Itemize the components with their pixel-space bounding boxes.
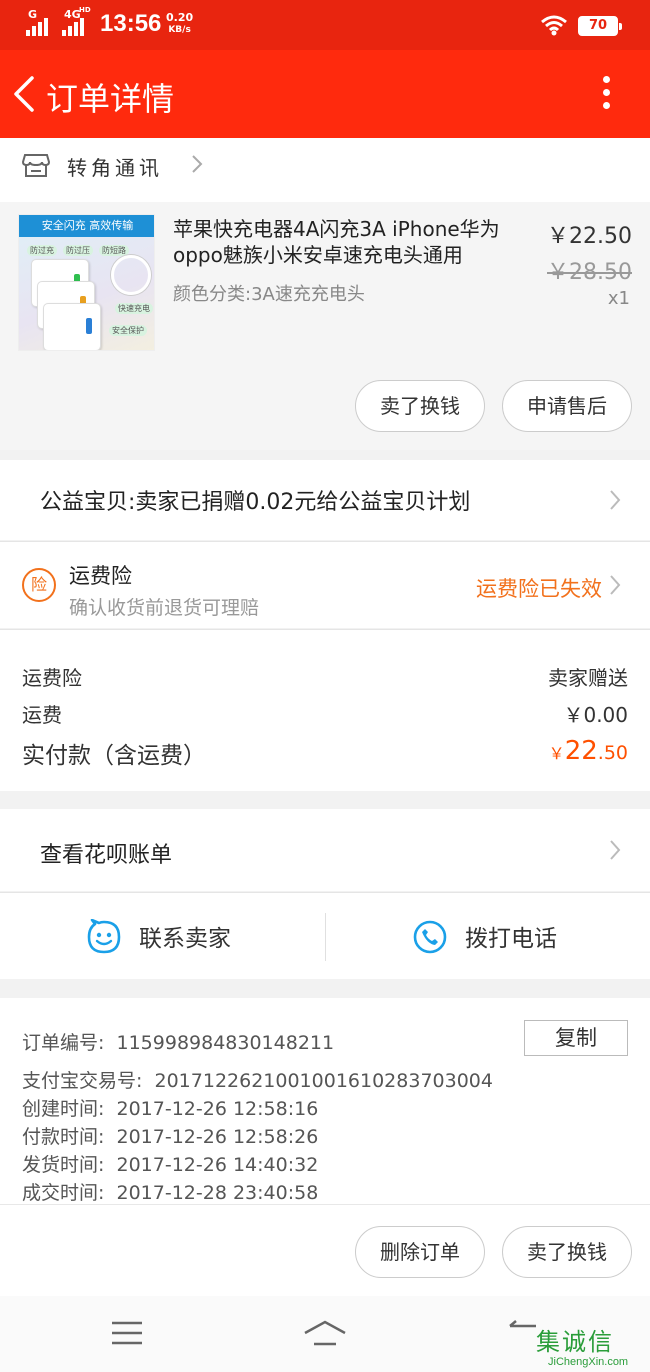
chat-face-icon	[87, 919, 121, 954]
huabei-bill-row[interactable]: 查看花呗账单	[0, 809, 650, 891]
speed-value: 0.20	[166, 11, 194, 24]
chevron-right-icon	[610, 575, 621, 595]
order-number-label: 订单编号:	[22, 1032, 105, 1054]
alipay-value: 2017122621001001610283703004	[154, 1070, 493, 1092]
charity-row[interactable]: 公益宝贝:卖家已捐赠0.02元给公益宝贝计划	[0, 460, 650, 540]
contact-seller-label: 联系卖家	[139, 926, 231, 952]
speed-unit: KB/s	[168, 25, 191, 35]
paid-dec: .50	[597, 742, 628, 764]
chevron-right-icon	[192, 155, 203, 173]
network-1-label: G	[28, 8, 38, 21]
chevron-right-icon	[610, 840, 621, 860]
created-label: 创建时间:	[22, 1098, 105, 1120]
completed-time: 成交时间: 2017-12-28 23:40:58	[22, 1178, 318, 1205]
battery-icon: 70	[578, 16, 622, 36]
call-button[interactable]: 拨打电话	[326, 893, 650, 980]
delete-order-button[interactable]: 删除订单	[355, 1226, 485, 1278]
paid-currency: ￥	[548, 744, 565, 763]
product-thumbnail[interactable]: 安全闪充 高效传输 防过充 防过压 防短路 快速充电 安全保护	[18, 214, 155, 351]
chevron-left-icon[interactable]	[10, 74, 40, 114]
paid-int: 22	[564, 736, 598, 766]
alipay-trade-number: 支付宝交易号: 2017122621001001610283703004	[22, 1066, 493, 1093]
after-sale-button[interactable]: 申请售后	[502, 380, 632, 432]
insurance-badge-icon: 险	[22, 568, 56, 602]
summary-value: 卖家赠送	[548, 666, 628, 690]
huabei-text: 查看花呗账单	[40, 843, 173, 868]
shipped-value: 2017-12-26 14:40:32	[116, 1154, 319, 1176]
cost-summary: 运费险 卖家赠送 运费 ￥0.00 实付款（含运费） ￥22.50	[0, 629, 650, 791]
created-time: 创建时间: 2017-12-26 12:58:16	[22, 1094, 318, 1121]
thumb-tag: 安全保护	[109, 325, 147, 336]
sell-button[interactable]: 卖了换钱	[502, 1226, 632, 1278]
charity-text: 公益宝贝:卖家已捐赠0.02元给公益宝贝计划	[40, 490, 471, 515]
order-item[interactable]: 安全闪充 高效传输 防过充 防过压 防短路 快速充电 安全保护 苹果快充电器4A…	[0, 202, 650, 450]
network-speed: 0.20 KB/s	[166, 12, 193, 36]
order-number-value: 115998984830148211	[116, 1032, 335, 1054]
paid-time-label: 付款时间:	[22, 1126, 105, 1148]
paid-time: 付款时间: 2017-12-26 12:58:26	[22, 1122, 318, 1149]
store-icon	[22, 154, 50, 177]
page-title: 订单详情	[46, 80, 175, 118]
watermark-main: 集诚信	[536, 1328, 614, 1356]
created-value: 2017-12-26 12:58:16	[116, 1098, 319, 1120]
thumb-banner: 安全闪充 高效传输	[19, 215, 154, 237]
shipping-insurance-row[interactable]: 险 运费险 确认收货前退货可理赔 运费险已失效	[0, 541, 650, 628]
shop-row[interactable]: 转角通讯	[0, 138, 650, 202]
item-title: 苹果快充电器4A闪充3A iPhone华为oppo魅族小米安卓速充电头通用	[173, 217, 500, 267]
contact-seller-button[interactable]: 联系卖家	[0, 893, 325, 980]
item-spec: 颜色分类:3A速充充电头	[173, 284, 365, 305]
thumb-tag: 快速充电	[115, 303, 153, 314]
status-bar: G 4G HD 13:56 0.20 KB/s 70	[0, 0, 650, 50]
watermark-sub: JiChengXin.com	[548, 1356, 629, 1368]
insurance-subtitle: 确认收货前退货可理赔	[69, 597, 260, 619]
network-2-sup: HD	[79, 6, 91, 14]
bottom-action-bar: 删除订单 卖了换钱	[0, 1204, 650, 1296]
shipped-label: 发货时间:	[22, 1154, 105, 1176]
more-vertical-icon[interactable]	[600, 76, 612, 112]
signal-1-icon: G	[26, 8, 48, 36]
watermark-logo: 集诚信 JiChengXin.com	[530, 1322, 650, 1372]
sell-button[interactable]: 卖了换钱	[355, 380, 485, 432]
call-label: 拨打电话	[465, 926, 557, 952]
chevron-right-icon	[610, 490, 621, 510]
thumb-tag: 防过充	[27, 245, 57, 256]
completed-value: 2017-12-28 23:40:58	[116, 1182, 319, 1204]
phone-icon	[413, 920, 447, 954]
shop-name: 转角通讯	[67, 156, 163, 180]
order-number: 订单编号: 115998984830148211	[22, 1028, 334, 1055]
insurance-title: 运费险	[69, 564, 132, 588]
item-quantity: x1	[607, 288, 630, 309]
contact-row: 联系卖家 拨打电话	[0, 892, 650, 979]
alipay-label: 支付宝交易号:	[22, 1070, 143, 1092]
thumb-tag: 防过压	[63, 245, 93, 256]
home-icon[interactable]	[302, 1318, 348, 1348]
wifi-icon	[541, 15, 567, 36]
clock: 13:56	[100, 10, 162, 37]
paid-label: 实付款（含运费）	[22, 743, 206, 769]
paid-amount: ￥22.50	[549, 736, 628, 766]
paid-time-value: 2017-12-26 12:58:26	[116, 1126, 319, 1148]
summary-label: 运费险	[22, 666, 82, 690]
thumb-tag: 防短路	[99, 245, 129, 256]
item-original-price: ￥28.50	[547, 260, 632, 285]
menu-icon[interactable]	[110, 1320, 144, 1346]
insurance-status: 运费险已失效	[476, 577, 602, 601]
item-price: ￥22.50	[547, 224, 632, 249]
completed-label: 成交时间:	[22, 1182, 105, 1204]
copy-button[interactable]: 复制	[524, 1020, 628, 1056]
summary-label: 运费	[22, 703, 62, 727]
order-info: 订单编号: 115998984830148211 复制 支付宝交易号: 2017…	[0, 998, 650, 1204]
shipped-time: 发货时间: 2017-12-26 14:40:32	[22, 1150, 318, 1177]
summary-value: ￥0.00	[563, 703, 628, 727]
app-bar: 订单详情	[0, 50, 650, 138]
signal-2-icon: 4G HD	[62, 6, 91, 36]
